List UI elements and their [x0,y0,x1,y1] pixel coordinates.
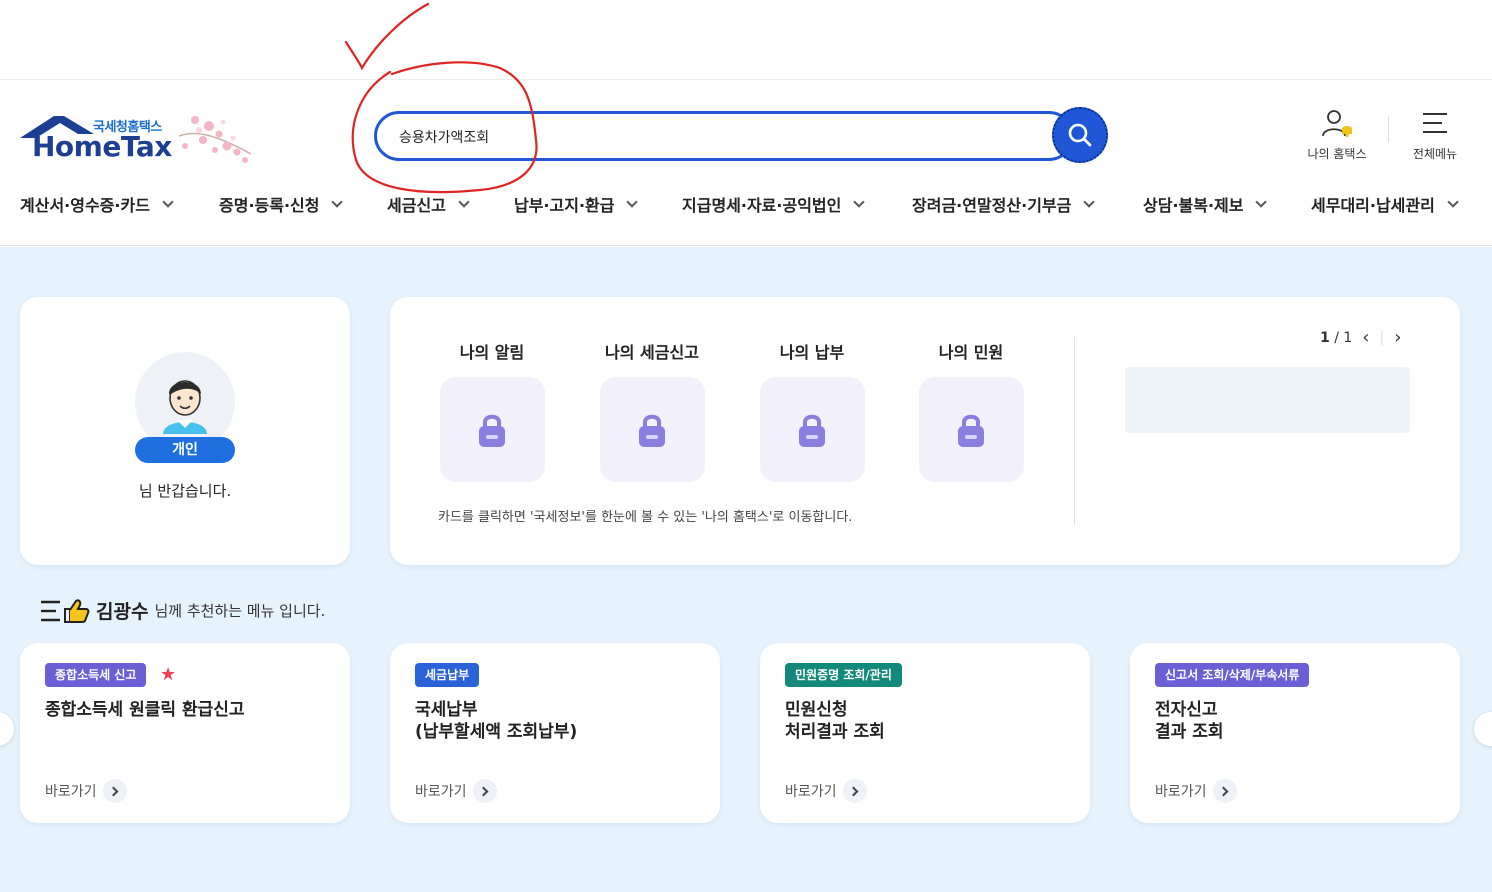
my-item-payment: 나의 납부 [757,339,867,482]
all-menu-label: 전체메뉴 [1412,147,1458,161]
pager-separator: | [1379,329,1385,346]
greeting-text: 님 반갑습니다. [138,482,232,500]
search-button[interactable] [1052,107,1108,163]
go-link[interactable]: 바로가기 [785,779,867,803]
hometax-logo[interactable]: 국세청홈택스 HomeTax [20,110,260,170]
chevron-right-icon [842,779,867,803]
cherry-blossom-icon [178,116,252,163]
recommend-user-name: 김광수 [96,601,149,623]
recommend-text: 님께 추천하는 메뉴 입니다. [154,602,326,620]
main-area: 개인 님 반갑습니다. 나의 알림 나의 세금신고 나의 납부 나의 민원 카드… [0,247,1492,892]
user-avatar-icon [163,380,207,434]
chevron-right-icon [1212,779,1237,803]
carousel-next-button[interactable] [1474,712,1492,746]
my-civil-card[interactable] [918,377,1024,482]
pager-current: 1 [1320,329,1330,346]
favorite-star-icon[interactable]: ★ [160,664,176,685]
chevron-down-icon [162,196,174,208]
recommend-tag: 신고서 조회/삭제/부속서류 [1155,663,1310,687]
pager-prev-icon[interactable]: ‹ [1362,327,1369,348]
recommend-card-4[interactable]: 신고서 조회/삭제/부속서류 전자신고 결과 조회 바로가기 [1130,643,1460,823]
search-icon [1068,123,1092,147]
chevron-down-icon [853,196,866,208]
utility-divider [1388,116,1389,142]
my-hometax-panel: 나의 알림 나의 세금신고 나의 납부 나의 민원 카드를 클릭하면 '국세정보… [390,297,1460,565]
my-item-alert: 나의 알림 [437,339,547,482]
nav-item-incentive[interactable]: 장려금·연말정산·기부금 [912,192,1096,216]
carousel-prev-button[interactable] [0,712,14,746]
recommend-card-3[interactable]: 민원증명 조회/관리 민원신청 처리결과 조회 바로가기 [760,643,1090,823]
top-strip [0,0,1492,80]
my-item-civil: 나의 민원 [916,339,1026,482]
my-hometax-button[interactable]: 나의 홈택스 [1300,108,1374,162]
recommend-tag: 세금납부 [415,663,480,687]
nav-item-certificate[interactable]: 증명·등록·신청 [219,192,344,216]
header: 국세청홈택스 HomeTax 나의 홈택스 [0,80,1492,246]
lock-icon [799,414,825,447]
recommend-title: 국세납부 (납부할세액 조회납부) [415,700,578,742]
panel-divider [1074,337,1075,525]
user-bell-icon [1322,110,1352,138]
nav-item-payment[interactable]: 납부·고지·환급 [514,192,639,216]
my-hometax-label: 나의 홈택스 [1307,147,1367,161]
thumbs-up-menu-icon [41,598,90,623]
go-link[interactable]: 바로가기 [45,779,127,803]
search-input[interactable] [399,125,999,149]
nav-item-statement[interactable]: 지급명세·자료·공익법인 [682,192,866,216]
pager-next-icon[interactable]: › [1394,327,1401,348]
my-item-tax-report: 나의 세금신고 [597,339,707,482]
recommend-tag: 민원증명 조회/관리 [785,663,902,687]
recommend-header: 김광수 님께 추천하는 메뉴 입니다. [40,597,325,624]
lock-icon [479,414,505,447]
recommend-card-1[interactable]: 종합소득세 신고 ★ 종합소득세 원클릭 환급신고 바로가기 [20,643,350,823]
lock-icon [639,414,665,447]
pager-total: / 1 [1334,329,1353,346]
all-menu-button[interactable]: 전체메뉴 [1403,108,1467,162]
chevron-down-icon [331,196,344,208]
main-nav: 계산서·영수증·카드 증명·등록·신청 세금신고 납부·고지·환급 지급명세·자… [0,192,1492,222]
recommend-title: 종합소득세 원클릭 환급신고 [45,700,245,720]
user-type-badge: 개인 [135,437,235,463]
search-box [374,111,1074,161]
my-hometax-note: 카드를 클릭하면 '국세정보'를 한눈에 볼 수 있는 '나의 홈택스'로 이동… [438,510,853,525]
lock-icon [958,414,984,447]
my-payment-card[interactable] [759,377,865,482]
profile-card: 개인 님 반갑습니다. [20,297,350,565]
chevron-down-icon [626,196,639,208]
recommend-title: 민원신청 처리결과 조회 [785,700,885,742]
my-alert-card[interactable] [439,377,545,482]
logo-title: HomeTax [32,130,172,163]
chevron-down-icon [458,196,470,208]
recommend-title: 전자신고 결과 조회 [1155,700,1224,742]
chevron-down-icon [1447,196,1459,208]
recommend-tag: 종합소득세 신고 [45,663,147,687]
chevron-right-icon [472,779,497,803]
my-tax-report-card[interactable] [599,377,705,482]
go-link[interactable]: 바로가기 [415,779,497,803]
chevron-down-icon [1255,196,1268,208]
recommend-card-2[interactable]: 세금납부 국세납부 (납부할세액 조회납부) 바로가기 [390,643,720,823]
nav-item-agent[interactable]: 세무대리·납세관리 [1311,192,1459,216]
blurred-notice[interactable] [1125,367,1410,433]
chevron-down-icon [1083,196,1096,208]
go-link[interactable]: 바로가기 [1155,779,1237,803]
hamburger-menu-icon [1423,113,1447,133]
nav-item-tax-report[interactable]: 세금신고 [387,192,470,216]
nav-item-consult[interactable]: 상담·불복·제보 [1143,192,1268,216]
chevron-right-icon [102,779,127,803]
nav-item-invoice[interactable]: 계산서·영수증·카드 [20,192,174,216]
notice-pager: 1 / 1 ‹ | › [1320,327,1401,348]
